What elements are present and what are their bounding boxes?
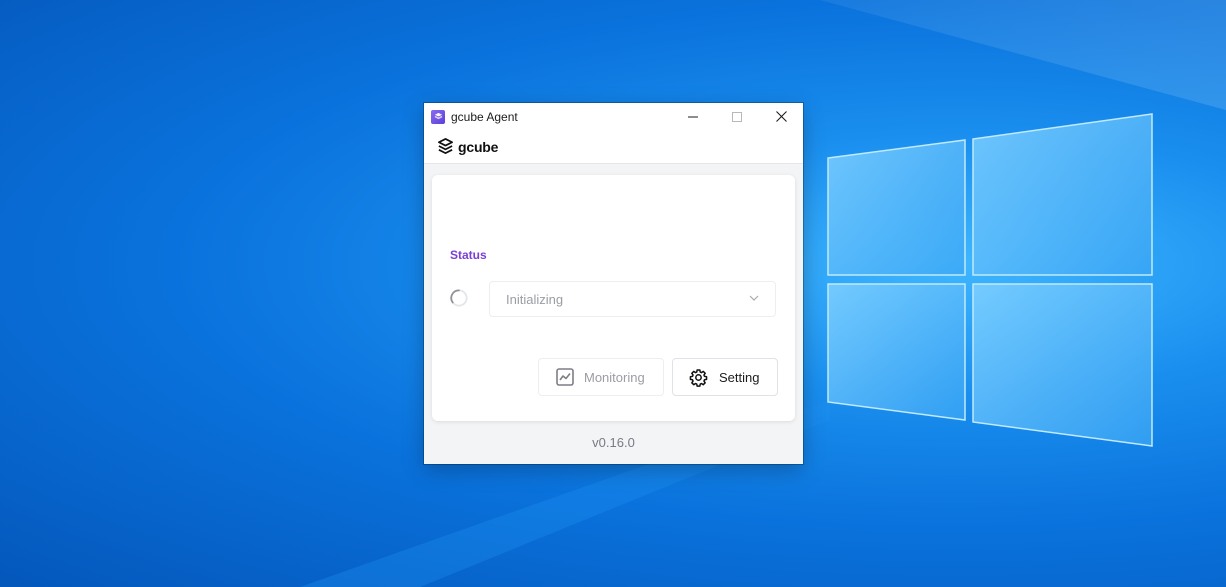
gcube-agent-window: gcube Agent gcube Status Initializing Mo… xyxy=(424,103,803,464)
gear-icon xyxy=(689,368,708,387)
version-label: v0.16.0 xyxy=(592,435,635,450)
minimize-button[interactable] xyxy=(671,103,715,130)
minimize-icon xyxy=(688,116,698,117)
status-card: Status Initializing Monitoring Setting xyxy=(432,175,795,421)
status-label: Status xyxy=(450,248,487,262)
gcube-logo-icon xyxy=(438,138,453,154)
maximize-button[interactable] xyxy=(715,103,759,130)
chart-icon xyxy=(556,368,574,386)
setting-button[interactable]: Setting xyxy=(672,358,778,396)
monitoring-label: Monitoring xyxy=(584,369,645,385)
status-dropdown[interactable]: Initializing xyxy=(489,281,776,317)
loading-spinner-icon xyxy=(450,289,468,307)
maximize-icon xyxy=(732,111,742,122)
window-title: gcube Agent xyxy=(451,109,518,124)
close-button[interactable] xyxy=(759,103,803,130)
monitoring-button[interactable]: Monitoring xyxy=(538,358,664,396)
window-controls xyxy=(671,103,803,130)
brand-header: gcube xyxy=(424,130,803,164)
window-titlebar[interactable]: gcube Agent xyxy=(424,103,803,130)
chevron-down-icon xyxy=(749,295,759,301)
status-value: Initializing xyxy=(506,291,564,307)
setting-label: Setting xyxy=(719,369,760,385)
brand-name: gcube xyxy=(458,138,499,155)
gcube-app-icon xyxy=(431,109,445,124)
close-icon xyxy=(775,111,787,122)
